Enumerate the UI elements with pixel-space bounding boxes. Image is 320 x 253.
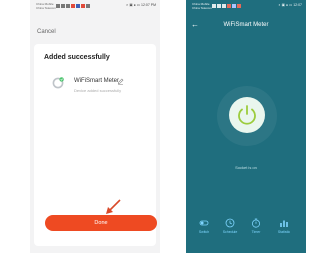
edit-pencil-icon[interactable] — [117, 78, 124, 85]
notification-icon — [76, 4, 80, 8]
carrier-name-2: China Telecom — [36, 6, 56, 10]
notification-icon — [71, 4, 75, 8]
status-time: ◐ ▣ ● ▭ 12:07 PM — [126, 3, 156, 7]
notification-icon — [237, 4, 241, 8]
nav-label: Switch — [198, 230, 210, 234]
nav-schedule[interactable]: Schedule — [218, 218, 242, 234]
check-badge-icon — [59, 77, 64, 82]
pointer-arrow-icon — [106, 199, 121, 214]
page-title: Added successfully — [44, 54, 110, 61]
status-bar: China Mobile China Telecom ◐ ▣ ● ▭ 12:07… — [30, 0, 160, 18]
socket-status: Socket is on — [235, 165, 257, 170]
notification-icons — [212, 4, 241, 8]
schedule-icon — [225, 218, 235, 228]
device-status: Device added successfully — [74, 88, 122, 93]
statistics-icon — [280, 220, 288, 227]
wifi-icon — [66, 4, 70, 8]
carrier-info: China Mobile China Telecom — [192, 2, 212, 10]
wifi-icon — [222, 4, 226, 8]
device-title: WiFiSmart Meter — [223, 22, 269, 28]
signal-icon — [56, 4, 60, 8]
cancel-button[interactable]: Cancel — [37, 29, 56, 35]
bottom-nav: Switch Schedule Timer Statistic — [192, 218, 306, 242]
notification-icons — [56, 4, 90, 8]
status-bar: China Mobile China Telecom ◐ ▣ ● ▭ 12:07 — [186, 0, 306, 18]
carrier-info: China Mobile China Telecom — [36, 2, 56, 10]
nav-switch[interactable]: Switch — [192, 218, 216, 234]
nav-label: Schedule — [222, 230, 238, 234]
added-success-screen: China Mobile China Telecom ◐ ▣ ● ▭ 12:07… — [30, 0, 160, 253]
signal-icon — [212, 4, 216, 8]
notification-icon — [227, 4, 231, 8]
signal-icon — [217, 4, 221, 8]
nav-label: Timer — [251, 230, 261, 234]
switch-icon — [199, 220, 209, 226]
nav-label: Statistic — [277, 230, 291, 234]
device-control-screen: China Mobile China Telecom ◐ ▣ ● ▭ 12:07… — [186, 0, 306, 253]
notification-icon — [81, 4, 85, 8]
notification-icon — [86, 4, 90, 8]
notification-icon — [232, 4, 236, 8]
device-icon — [52, 77, 64, 89]
timer-icon — [252, 218, 260, 228]
done-button[interactable]: Done — [45, 215, 157, 231]
nav-statistics[interactable]: Statistic — [272, 218, 296, 234]
device-name: WiFiSmart Meter — [74, 78, 119, 84]
carrier-name-2: China Telecom — [192, 6, 212, 10]
signal-icon — [61, 4, 65, 8]
nav-timer[interactable]: Timer — [244, 218, 268, 234]
power-icon[interactable] — [233, 101, 261, 129]
status-time: ◐ ▣ ● ▭ 12:07 — [278, 3, 303, 7]
